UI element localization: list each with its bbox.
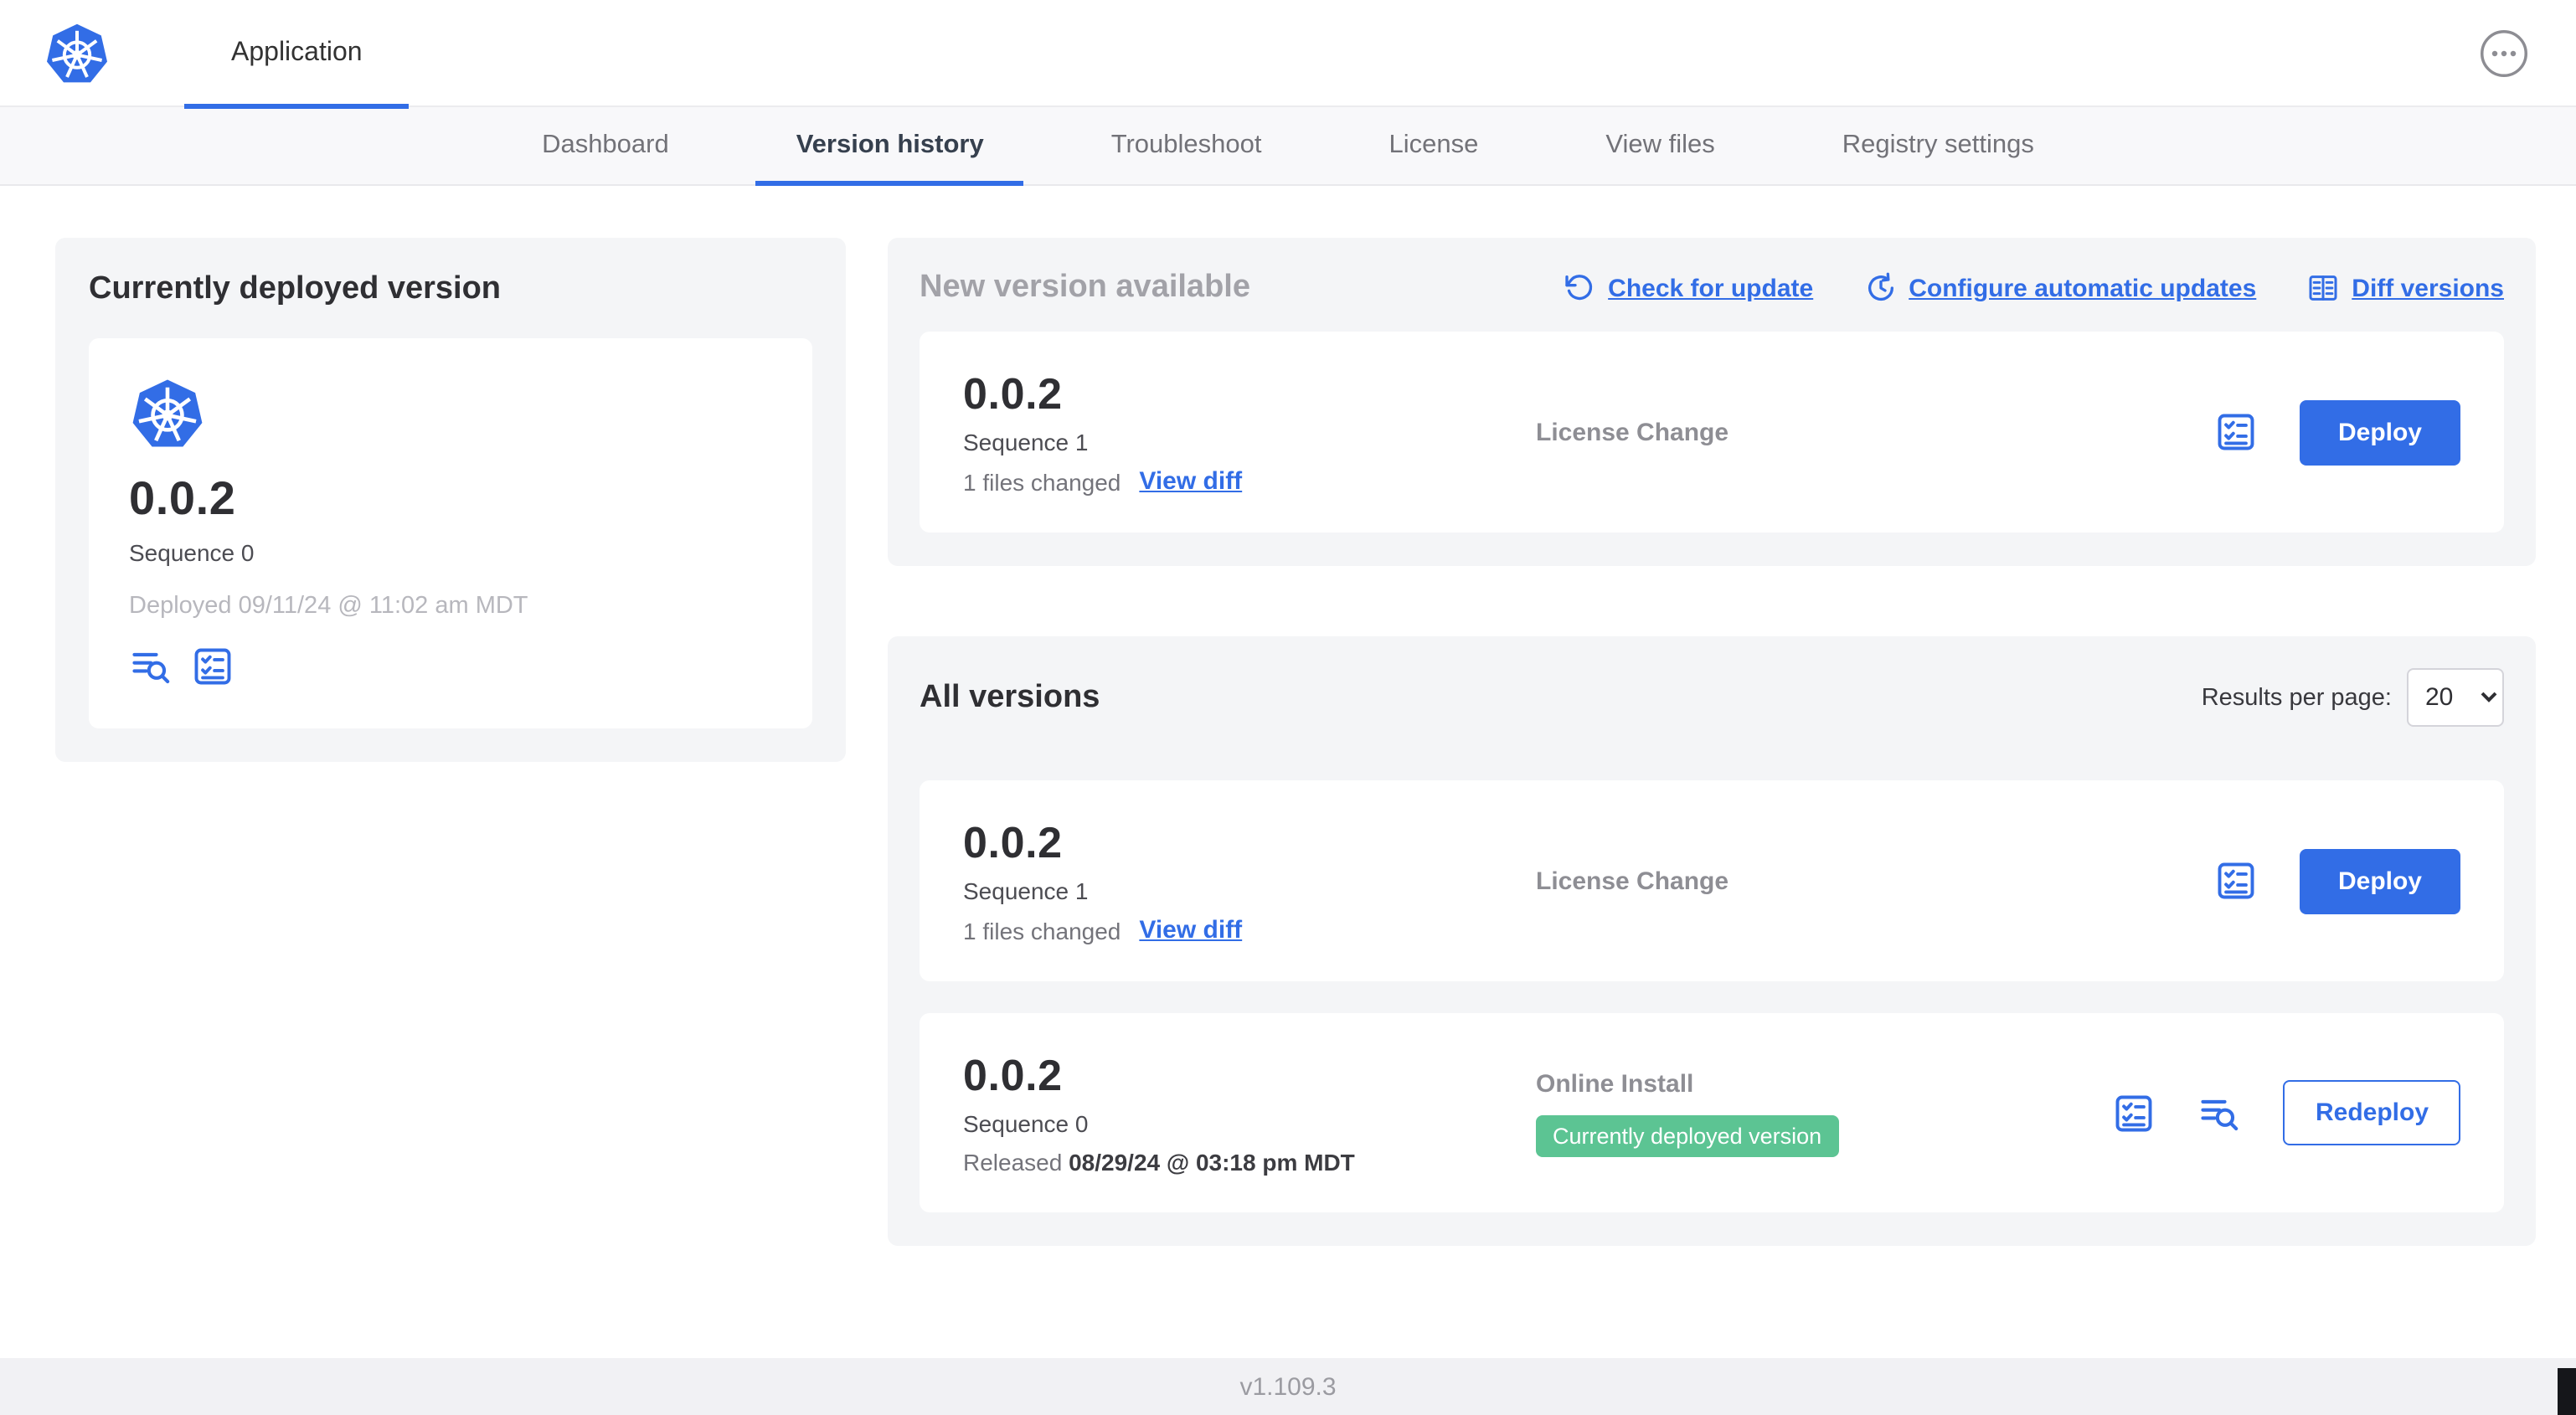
version-released: Released 08/29/24 @ 03:18 pm MDT bbox=[963, 1149, 1536, 1176]
deploy-button[interactable]: Deploy bbox=[2299, 399, 2460, 465]
currently-deployed-title: Currently deployed version bbox=[89, 271, 502, 306]
view-config-button[interactable] bbox=[2113, 1091, 2156, 1135]
nav-tab-label: View files bbox=[1605, 131, 1715, 159]
view-config-button[interactable] bbox=[191, 645, 234, 688]
current-sequence: Sequence 0 bbox=[129, 539, 255, 566]
released-label: Released bbox=[963, 1149, 1063, 1176]
checklist-icon bbox=[191, 645, 234, 688]
view-logs-button[interactable] bbox=[2198, 1091, 2242, 1135]
currently-deployed-card: Currently deployed version 0.0.2 Sequenc… bbox=[55, 238, 846, 762]
version-type: Online Install bbox=[1536, 1069, 1694, 1098]
files-changed-text: 1 files changed bbox=[963, 468, 1121, 495]
scrollbar-artifact bbox=[2558, 1368, 2576, 1415]
app-footer: v1.109.3 bbox=[0, 1358, 2576, 1415]
tab-application-label: Application bbox=[231, 38, 363, 66]
nav-tab-dashboard[interactable]: Dashboard bbox=[502, 107, 709, 184]
logs-search-icon bbox=[2198, 1091, 2242, 1135]
kubernetes-logo bbox=[44, 19, 111, 86]
version-sequence: Sequence 0 bbox=[963, 1110, 1089, 1137]
app-root: Application Dashboard Version history Tr… bbox=[0, 0, 2576, 1415]
released-date: 08/29/24 @ 03:18 pm MDT bbox=[1069, 1149, 1355, 1176]
view-config-button[interactable] bbox=[2214, 410, 2258, 454]
all-versions-title: All versions bbox=[920, 679, 1100, 714]
new-version-panel: New version available Check for update C… bbox=[888, 238, 2536, 566]
results-per-page-select[interactable]: 20 bbox=[2407, 668, 2504, 727]
nav-tab-view-files[interactable]: View files bbox=[1565, 107, 1754, 184]
diff-versions-link[interactable]: Diff versions bbox=[2352, 274, 2504, 302]
version-number: 0.0.2 bbox=[963, 1050, 1063, 1100]
main-content: Currently deployed version 0.0.2 Sequenc… bbox=[0, 186, 2576, 1358]
current-version-card: 0.0.2 Sequence 0 Deployed 09/11/24 @ 11:… bbox=[89, 338, 812, 728]
ellipsis-icon bbox=[2479, 28, 2529, 78]
version-number: 0.0.2 bbox=[963, 817, 1063, 867]
current-deployed-date: Deployed 09/11/24 @ 11:02 am MDT bbox=[129, 593, 528, 620]
nav-tab-label: Troubleshoot bbox=[1110, 131, 1262, 159]
new-version-title: New version available bbox=[920, 270, 1250, 305]
configure-auto-updates-link[interactable]: Configure automatic updates bbox=[1909, 274, 2256, 302]
version-number: 0.0.2 bbox=[963, 368, 1063, 419]
results-per-page: Results per page: 20 bbox=[2202, 668, 2504, 727]
overflow-menu-button[interactable] bbox=[2476, 24, 2532, 81]
version-row: 0.0.2 Sequence 0 Released 08/29/24 @ 03:… bbox=[920, 1013, 2504, 1212]
nav-tab-label: Version history bbox=[796, 131, 984, 159]
left-column: Currently deployed version 0.0.2 Sequenc… bbox=[55, 238, 846, 762]
kubernetes-logo bbox=[129, 375, 772, 452]
right-column: New version available Check for update C… bbox=[888, 238, 2536, 1246]
redeploy-button[interactable]: Redeploy bbox=[2283, 1080, 2460, 1145]
new-version-row: 0.0.2 Sequence 1 1 files changed View di… bbox=[920, 332, 2504, 533]
view-diff-link[interactable]: View diff bbox=[1139, 916, 1242, 944]
deploy-button[interactable]: Deploy bbox=[2299, 848, 2460, 913]
version-type: License Change bbox=[1536, 418, 1729, 446]
currently-deployed-badge: Currently deployed version bbox=[1536, 1114, 1839, 1156]
nav-tab-version-history[interactable]: Version history bbox=[755, 107, 1024, 186]
nav-tab-registry-settings[interactable]: Registry settings bbox=[1802, 107, 2074, 184]
diff-versions-group: Diff versions bbox=[2306, 271, 2504, 305]
nav-tab-label: Dashboard bbox=[542, 131, 669, 159]
checklist-icon bbox=[2113, 1091, 2156, 1135]
version-sequence: Sequence 1 bbox=[963, 877, 1089, 904]
view-diff-link[interactable]: View diff bbox=[1139, 467, 1242, 496]
nav-tab-license[interactable]: License bbox=[1349, 107, 1519, 184]
diff-columns-icon bbox=[2306, 271, 2340, 305]
view-config-button[interactable] bbox=[2214, 859, 2258, 903]
checklist-icon bbox=[2214, 859, 2258, 903]
results-per-page-label: Results per page: bbox=[2201, 684, 2392, 711]
check-for-update-link[interactable]: Check for update bbox=[1608, 274, 1813, 302]
current-version-actions bbox=[129, 645, 772, 688]
nav-tab-label: Registry settings bbox=[1842, 131, 2034, 159]
update-actions: Check for update Configure automatic upd… bbox=[1563, 271, 2504, 305]
current-version-number: 0.0.2 bbox=[129, 472, 236, 524]
configure-auto-updates-group: Configure automatic updates bbox=[1863, 271, 2256, 305]
check-for-update-group: Check for update bbox=[1563, 271, 1813, 305]
checklist-icon bbox=[2214, 410, 2258, 454]
logs-search-icon bbox=[129, 645, 173, 688]
nav-tab-troubleshoot[interactable]: Troubleshoot bbox=[1071, 107, 1302, 184]
files-changed-text: 1 files changed bbox=[963, 917, 1121, 944]
app-header: Application bbox=[0, 0, 2576, 108]
all-versions-panel: All versions Results per page: 20 0.0.2 … bbox=[888, 636, 2536, 1246]
version-type: License Change bbox=[1536, 867, 1729, 895]
nav-tab-label: License bbox=[1388, 131, 1479, 159]
version-row: 0.0.2 Sequence 1 1 files changed View di… bbox=[920, 780, 2504, 981]
app-version-text: v1.109.3 bbox=[1239, 1372, 1337, 1401]
version-sequence: Sequence 1 bbox=[963, 429, 1089, 455]
section-nav: Dashboard Version history Troubleshoot L… bbox=[0, 107, 2576, 186]
clock-refresh-icon bbox=[1863, 271, 1897, 305]
tab-application[interactable]: Application bbox=[184, 0, 410, 108]
view-logs-button[interactable] bbox=[129, 645, 173, 688]
rotate-ccw-icon bbox=[1563, 271, 1596, 305]
